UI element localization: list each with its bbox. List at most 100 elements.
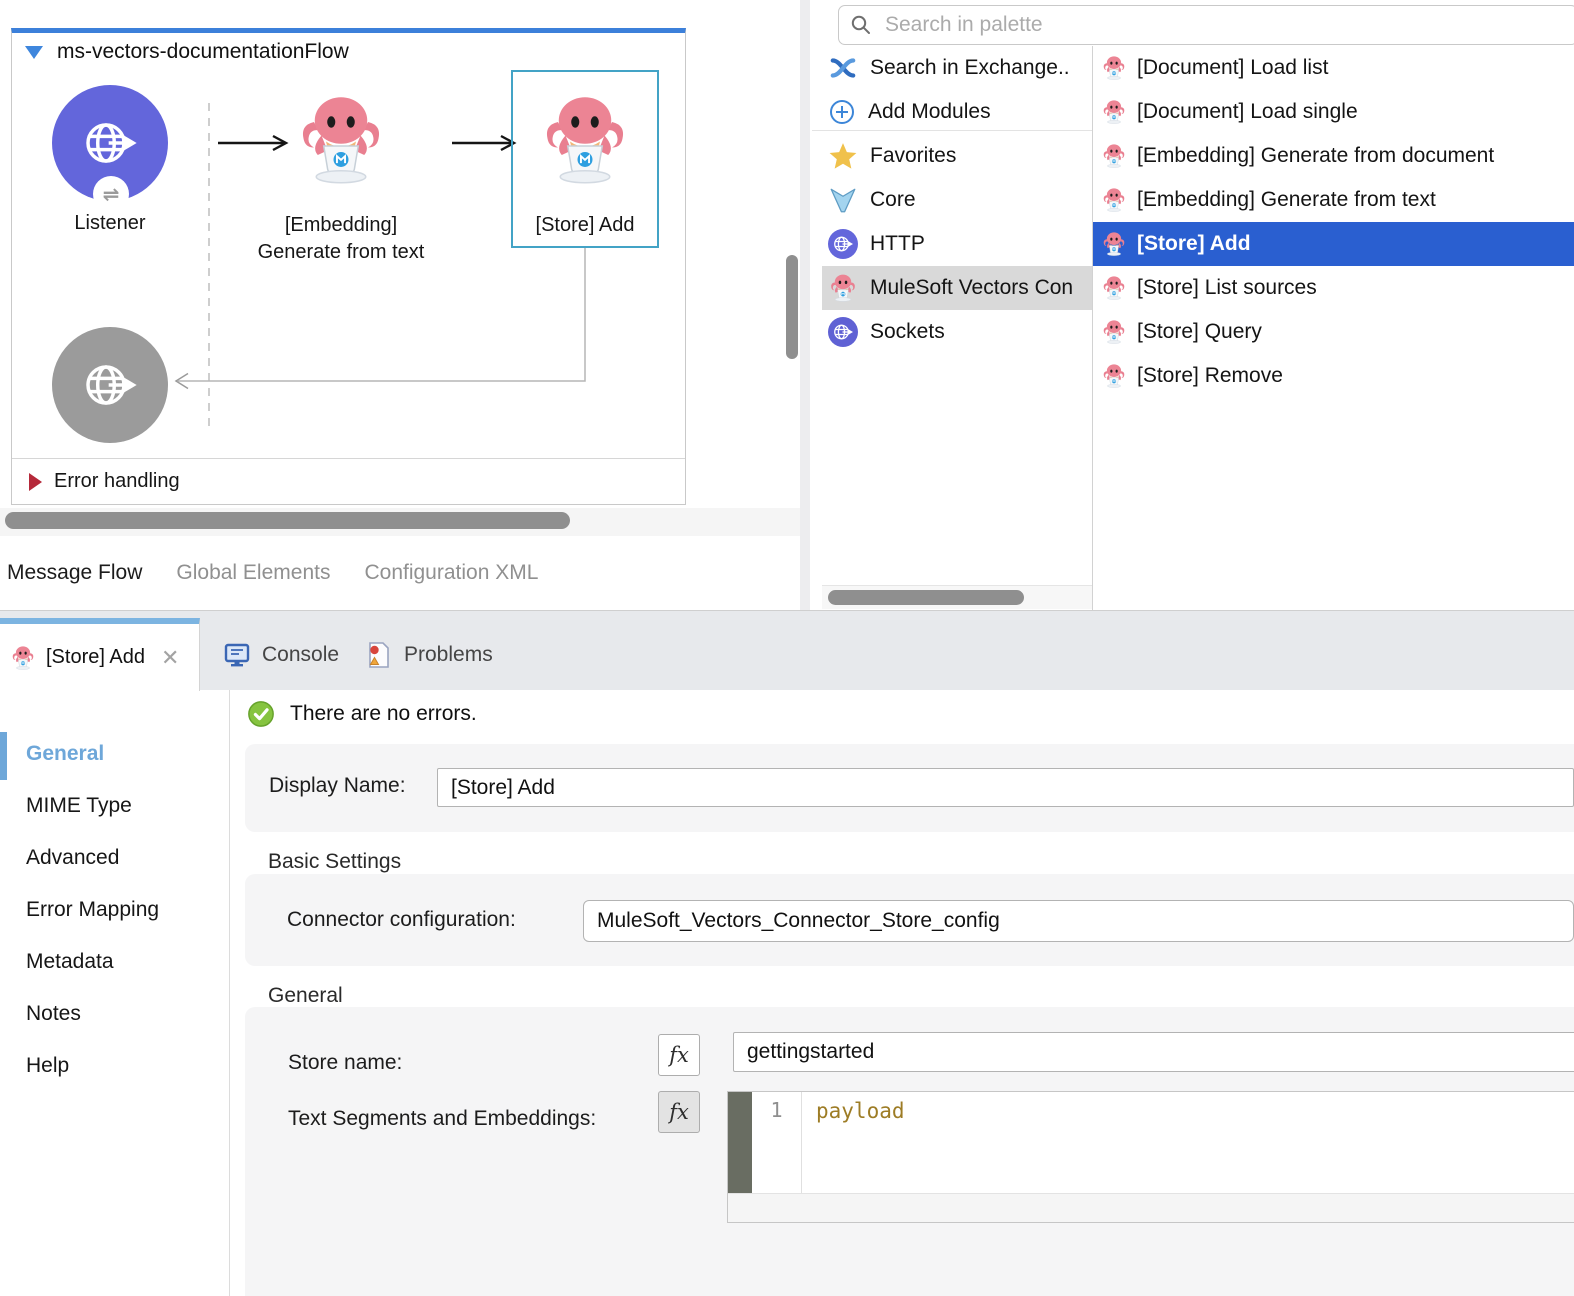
- palette-item[interactable]: [Store] Remove: [1093, 354, 1574, 398]
- sidebar-divider: [229, 690, 230, 1296]
- canvas-view-tabs: Message Flow Global Elements Configurati…: [0, 536, 800, 610]
- palette-item[interactable]: [Embedding] Generate from document: [1093, 134, 1574, 178]
- palette-category-http[interactable]: HTTP: [822, 222, 1092, 266]
- listener-label: Listener: [52, 210, 168, 237]
- palette-item-store-add-selected[interactable]: [Store] Add: [1093, 222, 1574, 266]
- palette-search-placeholder: Search in palette: [885, 13, 1043, 37]
- octopus-icon: [1101, 319, 1127, 345]
- editor-code[interactable]: payload: [816, 1099, 905, 1123]
- store-name-input[interactable]: gettingstarted: [733, 1032, 1574, 1072]
- store-name-label: Store name:: [288, 1051, 402, 1075]
- basic-settings-panel: Connector configuration: MuleSoft_Vector…: [245, 874, 1574, 966]
- sidebar-item-mime-type[interactable]: MIME Type: [26, 794, 132, 818]
- no-errors-check-icon: [247, 700, 275, 728]
- octopus-icon: [1101, 143, 1127, 169]
- listener-response-node[interactable]: [52, 327, 168, 443]
- editor-bottom-strip: [728, 1193, 1574, 1222]
- flow-canvas-panel: ms-vectors-documentationFlow ⇌ Listener …: [0, 0, 800, 536]
- palette-item[interactable]: [Document] Load list: [1093, 46, 1574, 90]
- globe-badge-icon: [828, 229, 858, 259]
- anypoint-studio-window: ms-vectors-documentationFlow ⇌ Listener …: [0, 0, 1574, 1296]
- editor-line-number: 1: [752, 1092, 802, 1193]
- star-icon: [828, 141, 858, 171]
- palette-items-list: [Document] Load list [Document] Load sin…: [1093, 46, 1574, 398]
- flow-title-row: ms-vectors-documentationFlow: [25, 40, 349, 64]
- sidebar-item-general[interactable]: General: [26, 742, 104, 766]
- segments-label: Text Segments and Embeddings:: [288, 1107, 596, 1131]
- tab-problems[interactable]: Problems: [364, 618, 493, 691]
- palette-category-core[interactable]: Core: [822, 178, 1092, 222]
- general-heading: General: [268, 984, 343, 1008]
- sidebar-item-metadata[interactable]: Metadata: [26, 950, 114, 974]
- tab-configuration-xml[interactable]: Configuration XML: [364, 561, 538, 585]
- display-name-panel: Display Name: [Store] Add: [245, 744, 1574, 832]
- octopus-icon: [10, 645, 36, 671]
- tab-console[interactable]: Console: [222, 618, 339, 691]
- palette-category-search-exchange[interactable]: Search in Exchange..: [822, 46, 1092, 90]
- store-add-node[interactable]: [537, 92, 633, 188]
- listener-badge-icon: ⇌: [93, 176, 129, 212]
- connector-config-select[interactable]: MuleSoft_Vectors_Connector_Store_config: [583, 900, 1574, 942]
- display-name-label: Display Name:: [269, 774, 406, 798]
- octopus-icon: [1101, 231, 1127, 257]
- palette-horizontal-scrollbar[interactable]: [828, 590, 1024, 605]
- canvas-horizontal-scrollbar[interactable]: [5, 512, 570, 529]
- bottom-tab-bar: [Store] Add ✕ Console Problems: [0, 610, 1574, 690]
- octopus-icon: [1101, 55, 1127, 81]
- core-icon: [828, 185, 858, 215]
- embedding-label: [Embedding] Generate from text: [226, 212, 456, 266]
- flow-title: ms-vectors-documentationFlow: [57, 40, 349, 64]
- globe-arrow-icon: [78, 111, 142, 175]
- display-name-input[interactable]: [Store] Add: [437, 768, 1574, 807]
- status-row: There are no errors.: [247, 700, 477, 728]
- segments-fx-button[interactable]: fx: [658, 1091, 700, 1133]
- add-modules-icon: [828, 98, 856, 126]
- palette-item[interactable]: [Document] Load single: [1093, 90, 1574, 134]
- canvas-vertical-scrollbar[interactable]: [786, 255, 798, 359]
- error-handling-section[interactable]: Error handling: [12, 458, 685, 504]
- segments-code-editor[interactable]: 1 payload: [727, 1091, 1574, 1223]
- octopus-icon: [1101, 275, 1127, 301]
- tab-global-elements[interactable]: Global Elements: [176, 561, 330, 585]
- palette-category-add-modules[interactable]: Add Modules: [822, 90, 1092, 134]
- connector-config-label: Connector configuration:: [287, 908, 516, 932]
- sidebar-item-help[interactable]: Help: [26, 1054, 69, 1078]
- status-message: There are no errors.: [290, 702, 477, 726]
- palette-category-separator: [812, 130, 1092, 131]
- embedding-node[interactable]: [293, 92, 389, 188]
- globe-badge-icon: [828, 317, 858, 347]
- octopus-icon: [1101, 363, 1127, 389]
- palette-search-input[interactable]: Search in palette: [838, 5, 1574, 45]
- problems-icon: [364, 640, 394, 670]
- octopus-icon: [1101, 187, 1127, 213]
- exchange-icon: [828, 53, 858, 83]
- palette-item[interactable]: [Embedding] Generate from text: [1093, 178, 1574, 222]
- error-handling-label: Error handling: [54, 470, 180, 493]
- sidebar-item-notes[interactable]: Notes: [26, 1002, 81, 1026]
- palette-category-mulesoft-vectors[interactable]: MuleSoft Vectors Con: [822, 266, 1092, 310]
- palette-category-sockets[interactable]: Sockets: [822, 310, 1092, 354]
- expand-error-handling-icon[interactable]: [29, 473, 42, 491]
- globe-arrow-icon: [78, 353, 142, 417]
- collapse-flow-icon[interactable]: [25, 46, 43, 59]
- palette-item[interactable]: [Store] Query: [1093, 310, 1574, 354]
- close-icon[interactable]: ✕: [161, 645, 179, 671]
- mule-palette: Search in palette Search in Exchange.. A…: [810, 0, 1574, 610]
- tab-message-flow[interactable]: Message Flow: [7, 561, 142, 585]
- editor-gutter: [728, 1092, 752, 1193]
- panel-divider[interactable]: [800, 0, 810, 610]
- octopus-icon: [828, 273, 858, 303]
- sidebar-item-error-mapping[interactable]: Error Mapping: [26, 898, 159, 922]
- console-icon: [222, 640, 252, 670]
- palette-categories: Search in Exchange.. Add Modules Favorit…: [822, 46, 1092, 586]
- store-add-label: [Store] Add: [511, 212, 659, 239]
- tab-store-add[interactable]: [Store] Add ✕: [0, 618, 200, 691]
- palette-item[interactable]: [Store] List sources: [1093, 266, 1574, 310]
- sidebar-active-indicator: [0, 732, 7, 780]
- store-name-fx-button[interactable]: fx: [658, 1034, 700, 1076]
- sidebar-item-advanced[interactable]: Advanced: [26, 846, 119, 870]
- properties-panel: [Store] Add ✕ Console Problems There are…: [0, 610, 1574, 1296]
- octopus-icon: [1101, 99, 1127, 125]
- palette-category-favorites[interactable]: Favorites: [822, 134, 1092, 178]
- basic-settings-heading: Basic Settings: [268, 850, 401, 874]
